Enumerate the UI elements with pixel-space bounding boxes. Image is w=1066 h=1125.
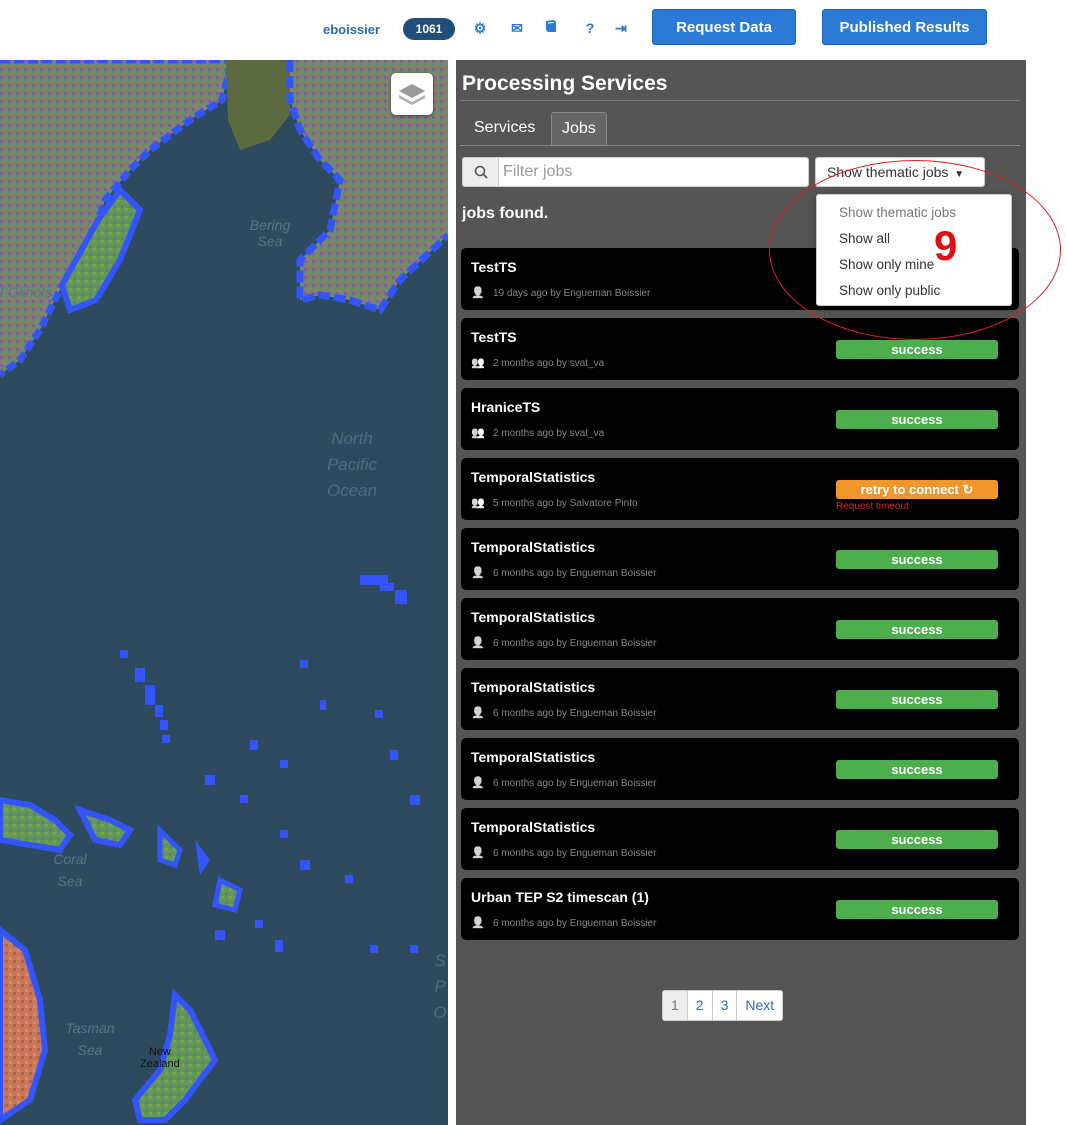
user-icon: 👤 xyxy=(471,917,485,929)
job-meta: 👤 6 months ago by Engueman Boissier xyxy=(471,636,656,649)
tab-jobs[interactable]: Jobs xyxy=(551,112,607,146)
job-meta-text: 2 months ago by svat_va xyxy=(493,358,605,369)
question-icon[interactable]: ? xyxy=(580,18,600,38)
pagination: 1 2 3 Next xyxy=(662,990,784,1021)
job-title[interactable]: TemporalStatistics xyxy=(471,819,595,835)
job-title[interactable]: TemporalStatistics xyxy=(471,539,595,555)
job-meta-text: 6 months ago by Engueman Boissier xyxy=(493,708,657,719)
users-icon: 👥 xyxy=(471,427,485,439)
job-meta-text: 6 months ago by Engueman Boissier xyxy=(493,848,657,859)
job-row[interactable]: TemporalStatistics 👥 5 months ago by Salva… xyxy=(461,458,1019,520)
job-meta-text: 6 months ago by Engueman Boissier xyxy=(493,638,657,649)
job-meta: 👤 19 days ago by Engueman Boissier xyxy=(471,286,650,299)
job-meta: 👤 6 months ago by Engueman Boissier xyxy=(471,916,656,929)
map-view[interactable]: Bering Sea f Okhots North Pacific Ocean … xyxy=(0,60,448,1125)
users-icon: 👥 xyxy=(471,497,485,509)
job-title[interactable]: Urban TEP S2 timescan (1) xyxy=(471,889,649,905)
job-meta: 👥 2 months ago by svat_va xyxy=(471,356,604,369)
job-title[interactable]: TestTS xyxy=(471,329,517,345)
gear-icon[interactable]: ⚙ xyxy=(470,18,490,38)
status-badge: success xyxy=(836,340,998,359)
annotation-ellipse xyxy=(769,160,1061,340)
map-land-layer xyxy=(0,60,448,1124)
coral-sea-label: Coral Sea xyxy=(53,851,87,889)
layers-icon xyxy=(399,84,425,105)
job-title[interactable]: TemporalStatistics xyxy=(471,679,595,695)
job-meta: 👤 6 months ago by Engueman Boissier xyxy=(471,846,656,859)
status-badge: success xyxy=(836,410,998,429)
map-edge-label-s: S xyxy=(434,951,446,970)
retry-connect-button[interactable]: retry to connect ↻ xyxy=(836,480,998,499)
job-meta: 👤 6 months ago by Engueman Boissier xyxy=(471,776,656,789)
published-results-button[interactable]: Published Results xyxy=(822,9,987,45)
okhotsk-label: f Okhots xyxy=(0,284,53,300)
jobs-found-text: jobs found. xyxy=(462,205,549,222)
user-icon: 👤 xyxy=(471,637,485,649)
status-badge: success xyxy=(836,620,998,639)
map-edge-label-o: O xyxy=(433,1003,447,1022)
job-row[interactable]: TemporalStatistics 👤 6 months ago by Engue… xyxy=(461,808,1019,870)
divider xyxy=(460,145,1020,146)
panel-title: Processing Services xyxy=(462,72,668,95)
job-title[interactable]: TemporalStatistics xyxy=(471,609,595,625)
status-badge: success xyxy=(836,550,998,569)
job-meta-text: 6 months ago by Engueman Boissier xyxy=(493,568,657,579)
pagination-page[interactable]: 1 xyxy=(663,991,688,1020)
user-icon: 👤 xyxy=(471,707,485,719)
job-row[interactable]: TemporalStatistics 👤 6 months ago by Engue… xyxy=(461,598,1019,660)
job-row[interactable]: TemporalStatistics 👤 6 months ago by Engue… xyxy=(461,528,1019,590)
pagination-next[interactable]: Next xyxy=(737,991,783,1020)
status-badge: success xyxy=(836,830,998,849)
job-row[interactable]: TemporalStatistics 👤 6 months ago by Engue… xyxy=(461,738,1019,800)
north-pacific-label: North Pacific Ocean xyxy=(326,429,378,500)
job-meta-text: 6 months ago by Engueman Boissier xyxy=(493,918,657,929)
job-meta: 👤 6 months ago by Engueman Boissier xyxy=(471,706,656,719)
job-meta: 👤 6 months ago by Engueman Boissier xyxy=(471,566,656,579)
job-row[interactable]: TemporalStatistics 👤 6 months ago by Engue… xyxy=(461,668,1019,730)
tasman-sea-label: Tasman Sea xyxy=(65,1020,115,1058)
splitter[interactable] xyxy=(448,60,456,1125)
envelope-icon[interactable]: ✉ xyxy=(507,18,527,38)
annotation-number: 9 xyxy=(934,222,958,269)
user-icon: 👤 xyxy=(471,567,485,579)
users-icon: 👥 xyxy=(471,357,485,369)
job-error-text: Request timeout xyxy=(836,501,909,512)
search-icon xyxy=(463,158,499,186)
username-link[interactable]: eboissier xyxy=(323,22,380,37)
job-row[interactable]: Urban TEP S2 timescan (1) 👤 6 months ago b… xyxy=(461,878,1019,940)
job-meta-text: 5 months ago by Salvatore Pinto xyxy=(493,498,638,509)
job-title[interactable]: HraniceTS xyxy=(471,399,540,415)
status-badge: success xyxy=(836,690,998,709)
layers-button[interactable] xyxy=(391,73,433,115)
job-meta-text: 19 days ago by Engueman Boissier xyxy=(493,288,651,299)
user-icon: 👤 xyxy=(471,777,485,789)
user-icon: 👤 xyxy=(471,287,485,299)
filter-jobs-field xyxy=(462,157,809,187)
pagination-page[interactable]: 3 xyxy=(712,991,738,1020)
job-row[interactable]: HraniceTS 👥 2 months ago by svat_va success xyxy=(461,388,1019,450)
filter-jobs-input[interactable] xyxy=(503,160,803,184)
tab-services[interactable]: Services xyxy=(464,112,545,146)
sign-out-icon[interactable]: ⇥ xyxy=(611,18,631,38)
new-zealand-label: New Zealand xyxy=(140,1046,180,1070)
top-bar: eboissier 1061 ⚙ ✉ ? ⇥ Request Data Publ… xyxy=(0,0,1066,60)
divider xyxy=(460,100,1020,101)
credits-badge[interactable]: 1061 xyxy=(403,18,455,40)
job-meta-text: 6 months ago by Engueman Boissier xyxy=(493,778,657,789)
job-title[interactable]: TemporalStatistics xyxy=(471,469,595,485)
request-data-button[interactable]: Request Data xyxy=(652,9,796,45)
job-meta: 👥 5 months ago by Salvatore Pinto xyxy=(471,496,638,509)
status-badge: success xyxy=(836,900,998,919)
book-icon[interactable] xyxy=(541,18,561,38)
job-title[interactable]: TemporalStatistics xyxy=(471,749,595,765)
bering-sea-label: Bering Sea xyxy=(249,217,291,249)
job-title[interactable]: TestTS xyxy=(471,259,517,275)
status-badge: success xyxy=(836,760,998,779)
user-icon: 👤 xyxy=(471,847,485,859)
job-meta: 👥 2 months ago by svat_va xyxy=(471,426,604,439)
map-edge-label-p: P xyxy=(434,977,446,996)
job-meta-text: 2 months ago by svat_va xyxy=(493,428,605,439)
pagination-page[interactable]: 2 xyxy=(687,991,713,1020)
